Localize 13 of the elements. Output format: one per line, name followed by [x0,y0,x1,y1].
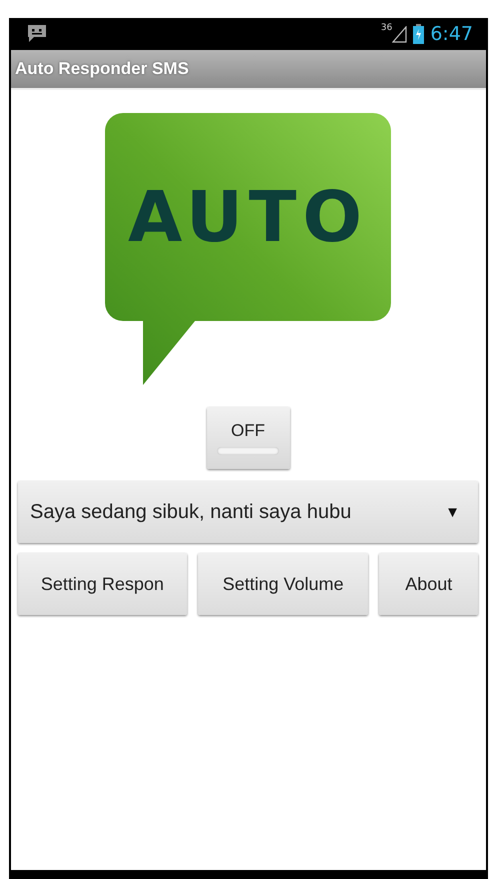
menu-button[interactable]: About [379,553,478,615]
menu-button[interactable]: Setting Respon [18,553,187,615]
message-dropdown[interactable]: Saya sedang sibuk, nanti saya hubu ▼ [18,481,478,543]
toggle-button[interactable]: OFF [206,407,290,469]
clock-time: 6:47 [430,23,473,45]
chat-icon [26,24,48,44]
network-type-label: 36 [380,24,392,32]
dropdown-arrow-icon: ▼ [445,504,460,520]
signal-icon [392,26,408,42]
logo-text: AUTO [128,176,368,258]
app-title: Auto Responder SMS [15,59,189,79]
battery-icon [413,24,424,44]
menu-button[interactable]: Setting Volume [198,553,368,615]
